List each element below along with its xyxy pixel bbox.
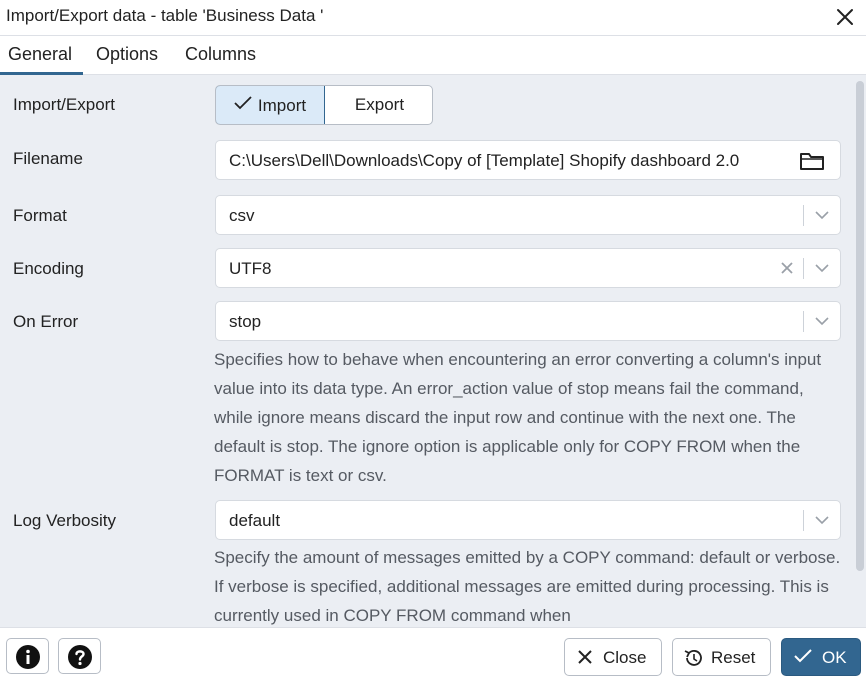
select-separator [803,258,804,279]
vertical-scrollbar[interactable] [856,81,864,571]
close-icon [578,650,592,664]
on-error-label: On Error [13,312,79,331]
info-button[interactable] [6,638,49,674]
tab-general[interactable]: General [8,44,72,65]
select-separator [803,205,804,226]
import-export-toggle: Import Export [215,85,433,125]
reset-icon [684,650,702,666]
filename-field[interactable]: C:\Users\Dell\Downloads\Copy of [Templat… [215,140,841,180]
encoding-select[interactable]: UTF8 [215,248,841,288]
dialog-footer: Close Reset OK [0,627,866,681]
encoding-value: UTF8 [229,259,272,278]
on-error-value: stop [229,312,262,331]
ok-button[interactable]: OK [781,638,861,676]
format-value: csv [229,206,255,225]
ok-button-label: OK [822,648,847,667]
close-button-label: Close [603,648,647,667]
chevron-down-icon[interactable] [814,208,830,227]
log-verbosity-help-text: Specify the amount of messages emitted b… [214,548,841,625]
dialog-titlebar: Import/Export data - table 'Business Dat… [0,0,866,36]
close-button[interactable]: Close [564,638,662,676]
check-icon [234,86,252,124]
log-verbosity-value: default [229,511,281,530]
on-error-select[interactable]: stop [215,301,841,341]
filename-label: Filename [13,149,83,168]
import-option-button[interactable]: Import [216,86,325,124]
import-export-label: Import/Export [13,95,116,114]
log-verbosity-label: Log Verbosity [13,511,117,530]
on-error-help-text: Specifies how to behave when encounterin… [214,350,822,485]
filename-value: C:\Users\Dell\Downloads\Copy of [Templat… [229,151,740,170]
dialog-title: Import/Export data - table 'Business Dat… [6,6,324,25]
info-icon [16,645,40,669]
close-icon[interactable] [834,6,856,28]
general-panel: Import/Export Import Export Filename C:\… [0,75,866,627]
chevron-down-icon[interactable] [814,513,830,532]
check-icon [794,649,812,663]
log-verbosity-select[interactable]: default [215,500,841,540]
tab-bar: General Options Columns [0,36,866,75]
select-separator [803,311,804,332]
format-select[interactable]: csv [215,195,841,235]
clear-icon[interactable] [780,261,794,280]
reset-button[interactable]: Reset [672,638,771,676]
encoding-label: Encoding [13,259,84,278]
reset-button-label: Reset [711,648,756,667]
chevron-down-icon[interactable] [814,261,830,280]
folder-icon[interactable] [799,151,825,176]
tab-columns[interactable]: Columns [185,44,256,65]
help-button[interactable] [58,638,101,674]
export-option-label: Export [354,95,405,114]
export-option-button[interactable]: Export [326,86,432,124]
format-label: Format [13,206,67,225]
chevron-down-icon[interactable] [814,314,830,333]
tab-options[interactable]: Options [96,44,158,65]
select-separator [803,510,804,531]
import-option-label: Import [257,96,307,115]
help-icon [68,645,92,669]
